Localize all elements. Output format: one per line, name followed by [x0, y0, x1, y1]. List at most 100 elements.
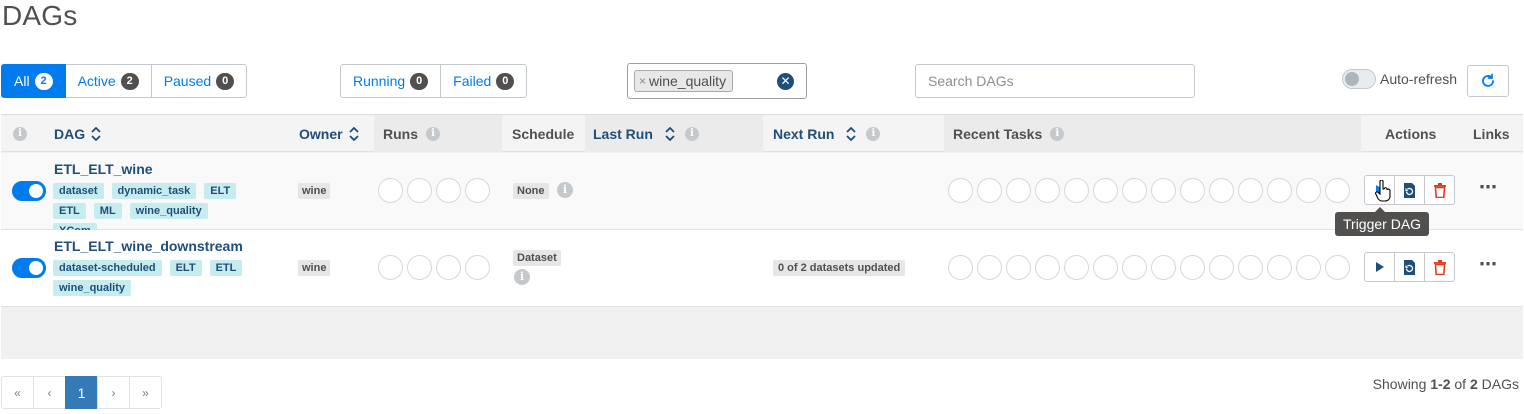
info-icon[interactable]: i — [557, 182, 573, 198]
dag-link[interactable]: ETL_ELT_wine — [54, 161, 153, 177]
column-links-label: Links — [1473, 125, 1510, 142]
task-state-circle[interactable] — [977, 255, 1002, 280]
run-state-circle[interactable] — [465, 178, 490, 203]
task-state-circle[interactable] — [1035, 255, 1060, 280]
tag[interactable]: wine_quality — [53, 280, 132, 296]
tag[interactable]: wine_quality — [129, 203, 208, 219]
task-state-circle[interactable] — [1209, 255, 1234, 280]
task-state-circle[interactable] — [948, 255, 973, 280]
trigger-dag-button[interactable] — [1364, 252, 1395, 282]
tag[interactable]: ML — [93, 203, 122, 219]
tag[interactable]: dynamic_task — [111, 183, 197, 199]
task-state-circle[interactable] — [1267, 255, 1292, 280]
run-state-circle[interactable] — [436, 255, 461, 280]
task-state-circle[interactable] — [1035, 178, 1060, 203]
run-state-circle[interactable] — [407, 178, 432, 203]
task-state-circle[interactable] — [977, 178, 1002, 203]
task-state-circle[interactable] — [1064, 178, 1089, 203]
filter-running-button[interactable]: Running 0 — [340, 64, 442, 98]
task-state-circle[interactable] — [1296, 178, 1321, 203]
search-dags-input[interactable] — [915, 64, 1195, 98]
task-state-circle[interactable] — [1151, 255, 1176, 280]
info-icon[interactable]: i — [426, 126, 440, 141]
prev-page-button[interactable]: ‹ — [33, 376, 66, 409]
info-icon[interactable]: i — [514, 269, 530, 285]
trash-icon — [1433, 259, 1446, 275]
sort-icon — [665, 126, 675, 141]
first-page-button[interactable]: « — [1, 376, 34, 409]
task-state-circle[interactable] — [1238, 255, 1263, 280]
filter-paused-button[interactable]: Paused 0 — [151, 64, 248, 98]
column-recent-tasks: Recent Tasks i — [953, 115, 1065, 152]
schedule-badge[interactable]: Dataset — [513, 250, 561, 266]
clear-dag-button[interactable] — [1394, 252, 1425, 282]
task-state-circle[interactable] — [1006, 255, 1031, 280]
run-state-circle[interactable] — [378, 178, 403, 203]
clear-dag-button[interactable] — [1394, 175, 1425, 205]
dag-link[interactable]: ETL_ELT_wine_downstream — [54, 238, 243, 254]
task-state-circle[interactable] — [1122, 255, 1147, 280]
task-state-circle[interactable] — [1093, 178, 1118, 203]
page-1-button[interactable]: 1 — [65, 376, 98, 409]
task-state-circle[interactable] — [1180, 178, 1205, 203]
next-run-badge[interactable]: 0 of 2 datasets updated — [773, 260, 906, 276]
task-state-circle[interactable] — [1064, 255, 1089, 280]
clear-tags-icon[interactable]: ✕ — [777, 73, 794, 90]
column-dag-label: DAG — [54, 125, 86, 142]
pause-toggle[interactable] — [12, 181, 46, 201]
filter-active-button[interactable]: Active 2 — [65, 64, 152, 98]
task-state-circle[interactable] — [1180, 255, 1205, 280]
more-icon[interactable]: ⋯ — [1479, 177, 1498, 198]
refresh-button[interactable] — [1467, 65, 1509, 97]
row-actions — [1364, 252, 1455, 282]
tag[interactable]: ELT — [204, 183, 237, 199]
task-state-circle[interactable] — [1325, 255, 1350, 280]
run-state-circle[interactable] — [378, 255, 403, 280]
runs-circles — [378, 178, 494, 203]
task-state-circle[interactable] — [1093, 255, 1118, 280]
task-state-circle[interactable] — [1325, 178, 1350, 203]
column-recent-tasks-label: Recent Tasks — [953, 125, 1043, 142]
tag[interactable]: ETL — [209, 260, 243, 276]
column-owner[interactable]: Owner — [299, 115, 359, 152]
owner-badge[interactable]: wine — [298, 260, 331, 276]
filter-failed-button[interactable]: Failed 0 — [441, 64, 528, 98]
more-icon[interactable]: ⋯ — [1479, 254, 1498, 275]
info-icon[interactable]: i — [684, 126, 699, 141]
delete-dag-button[interactable] — [1424, 175, 1455, 205]
task-state-circle[interactable] — [1006, 178, 1031, 203]
run-state-circle[interactable] — [465, 255, 490, 280]
pause-toggle[interactable] — [12, 258, 46, 278]
auto-refresh-toggle[interactable] — [1342, 69, 1376, 89]
task-state-circle[interactable] — [1209, 178, 1234, 203]
filter-all-button[interactable]: All 2 — [1, 64, 66, 98]
tag[interactable]: ELT — [169, 260, 202, 276]
info-icon[interactable]: i — [866, 126, 881, 141]
task-state-circle[interactable] — [1267, 178, 1292, 203]
showing-range: 1-2 — [1430, 376, 1451, 392]
tag[interactable]: dataset — [53, 183, 104, 199]
last-page-button[interactable]: » — [129, 376, 162, 409]
info-icon[interactable]: i — [13, 126, 27, 141]
column-owner-label: Owner — [299, 125, 343, 142]
chip-remove-icon[interactable]: × — [639, 74, 646, 88]
task-state-circle[interactable] — [948, 178, 973, 203]
next-page-button[interactable]: › — [97, 376, 130, 409]
task-state-circle[interactable] — [1151, 178, 1176, 203]
column-dag[interactable]: DAG — [54, 115, 101, 152]
owner-badge[interactable]: wine — [298, 183, 331, 199]
info-icon[interactable]: i — [1050, 126, 1065, 141]
tag-filter-select[interactable]: × wine_quality ✕ — [627, 63, 807, 99]
column-next-run[interactable]: Next Run i — [773, 115, 881, 152]
task-state-circle[interactable] — [1296, 255, 1321, 280]
tag[interactable]: dataset-scheduled — [53, 260, 162, 276]
task-state-circle[interactable] — [1122, 178, 1147, 203]
delete-dag-button[interactable] — [1424, 252, 1455, 282]
showing-suffix: DAGs — [1477, 376, 1519, 392]
filter-paused-label: Paused — [163, 73, 212, 89]
tag[interactable]: ETL — [53, 203, 86, 219]
task-state-circle[interactable] — [1238, 178, 1263, 203]
column-last-run[interactable]: Last Run i — [593, 115, 699, 152]
run-state-circle[interactable] — [436, 178, 461, 203]
run-state-circle[interactable] — [407, 255, 432, 280]
